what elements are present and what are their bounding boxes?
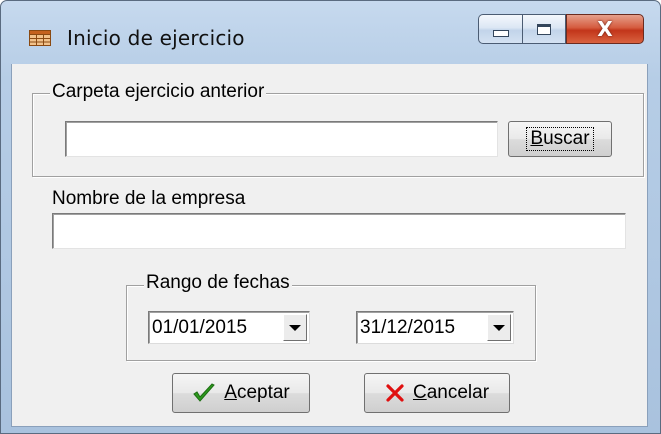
previous-folder-label: Carpeta ejercicio anterior <box>50 81 267 103</box>
chevron-down-icon <box>493 324 505 331</box>
chevron-down-icon <box>289 324 301 331</box>
cancel-mnemonic: C <box>412 382 427 403</box>
cancel-button[interactable]: Cancelar <box>364 373 510 413</box>
accept-label: ceptar <box>236 382 290 403</box>
dialog-window: Inicio de ejercicio X Carpeta ejercicio … <box>0 0 661 434</box>
caption-buttons: X <box>478 14 644 44</box>
title-bar[interactable]: Inicio de ejercicio X <box>1 1 660 61</box>
start-date-dropdown-button[interactable] <box>283 314 307 341</box>
company-name-label: Nombre de la empresa <box>52 188 246 209</box>
minimize-button[interactable] <box>478 14 522 44</box>
previous-folder-input[interactable] <box>65 121 498 157</box>
search-mnemonic: B <box>530 128 544 149</box>
cross-icon <box>385 383 405 403</box>
accept-mnemonic: A <box>224 382 237 403</box>
cancel-label: ancelar <box>426 382 490 403</box>
maximize-button[interactable] <box>522 14 566 44</box>
start-date-select[interactable]: 01/01/2015 <box>148 311 310 344</box>
dialog-body: Carpeta ejercicio anterior Buscar Nombre… <box>11 64 648 427</box>
checkmark-icon <box>192 382 216 404</box>
accept-button[interactable]: Aceptar <box>172 373 310 413</box>
search-button[interactable]: Buscar <box>508 121 612 157</box>
end-date-dropdown-button[interactable] <box>487 314 511 341</box>
end-date-value: 31/12/2015 <box>360 317 456 338</box>
window-title: Inicio de ejercicio <box>67 26 245 50</box>
start-date-value: 01/01/2015 <box>152 317 248 338</box>
close-button[interactable]: X <box>566 14 644 44</box>
minimize-icon <box>492 29 509 37</box>
close-icon: X <box>597 17 613 41</box>
search-button-underlined: Buscar <box>530 128 590 149</box>
date-range-label: Rango de fechas <box>144 272 292 294</box>
company-name-input[interactable] <box>52 213 626 249</box>
end-date-select[interactable]: 31/12/2015 <box>356 311 514 344</box>
maximize-icon <box>537 23 551 35</box>
table-icon <box>29 30 51 46</box>
